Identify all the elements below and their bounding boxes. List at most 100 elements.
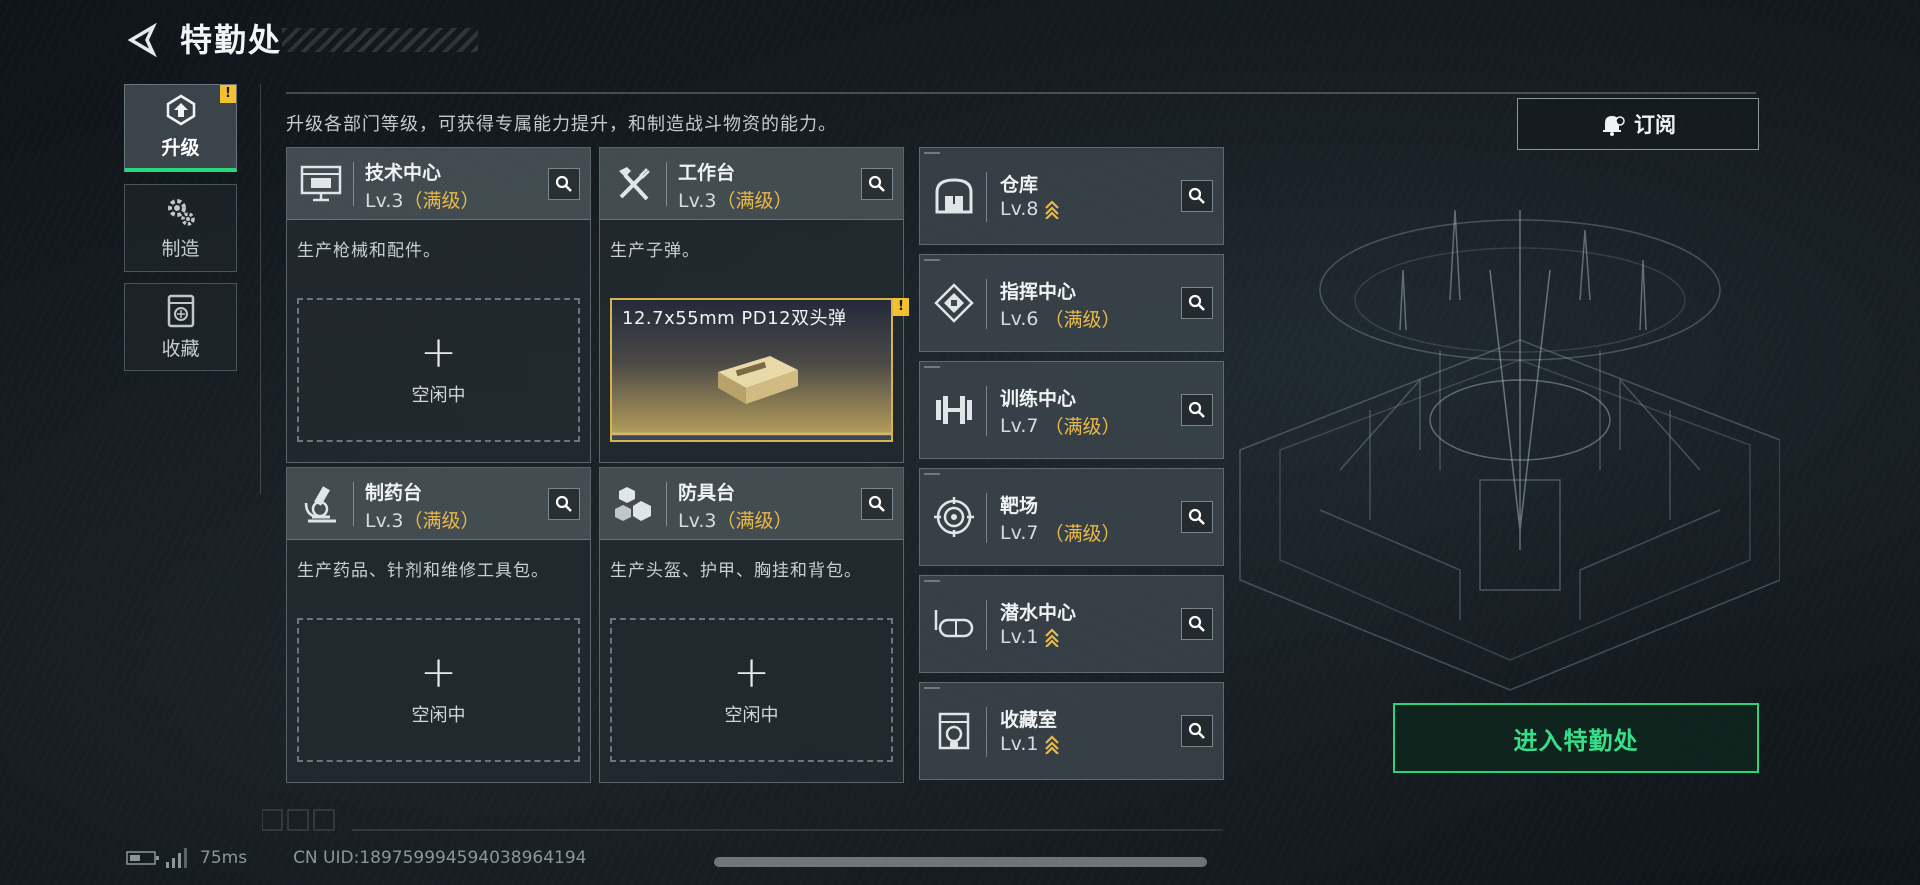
upgrade-available-icon <box>1045 735 1060 754</box>
max-level-tag: （满级） <box>403 190 480 212</box>
top-divider <box>286 92 1756 94</box>
workshop-card-tech-center[interactable]: 技术中心 Lv.3（满级） 生产枪械和配件。 + 空闲中 <box>286 147 591 463</box>
search-button[interactable] <box>548 168 580 200</box>
search-button[interactable] <box>1181 287 1213 319</box>
level-value: Lv.1 <box>1000 626 1039 648</box>
ammo-item-name: 12.7x55mm PD12双头弹 <box>622 308 847 329</box>
cubes-icon <box>610 480 658 528</box>
ping-value: 75ms <box>200 848 248 868</box>
back-button[interactable] <box>124 20 160 60</box>
card-corner-mark <box>924 580 940 582</box>
level-value: Lv.3 <box>365 190 404 212</box>
search-icon <box>1188 722 1205 739</box>
plus-icon: + <box>420 327 457 378</box>
tab-craft[interactable]: 制造 <box>124 184 237 272</box>
status-bar: 75ms CN UID:18975999459403896419​4 <box>126 848 586 868</box>
facility-level: Lv.1 <box>1000 733 1060 755</box>
search-icon <box>868 495 885 512</box>
idle-production-slot[interactable]: + 空闲中 <box>297 298 580 442</box>
workshop-name: 技术中心 <box>365 162 442 184</box>
card-corner-mark <box>924 259 940 261</box>
facility-card-collection-room[interactable]: 收藏室 Lv.1 <box>919 682 1224 780</box>
enter-special-ops-button[interactable]: 进入特勤处 <box>1393 703 1759 773</box>
command-icon <box>930 279 978 327</box>
card-divider <box>353 162 354 206</box>
search-icon <box>1188 615 1205 632</box>
workshop-level: Lv.3（满级） <box>365 506 480 533</box>
facility-name: 潜水中心 <box>1000 602 1077 624</box>
facility-level: Lv.7 （满级） <box>1000 412 1121 439</box>
workshop-level: Lv.3（满级） <box>678 186 793 213</box>
search-button[interactable] <box>1181 715 1213 747</box>
workshop-name: 制药台 <box>365 482 423 504</box>
bottom-decoration <box>262 809 1222 831</box>
card-divider <box>666 482 667 526</box>
level-value: Lv.3 <box>365 510 404 532</box>
max-level-tag: （满级） <box>1044 523 1121 545</box>
facility-card-training-center[interactable]: 训练中心 Lv.7 （满级） <box>919 361 1224 459</box>
card-divider <box>986 707 987 757</box>
tab-collection[interactable]: 收藏 <box>124 283 237 371</box>
workshop-card-armor[interactable]: 防具台 Lv.3（满级） 生产头盔、护甲、胸挂和背包。 + 空闲中 <box>599 467 904 783</box>
search-icon <box>868 175 885 192</box>
workshop-card-pharmacy[interactable]: 制药台 Lv.3（满级） 生产药品、针剂和维修工具包。 + 空闲中 <box>286 467 591 783</box>
idle-production-slot[interactable]: + 空闲中 <box>610 618 893 762</box>
workshop-description: 生产头盔、护甲、胸挂和背包。 <box>610 561 862 581</box>
plus-icon: + <box>733 647 770 698</box>
collection-icon <box>930 707 978 755</box>
microscope-icon <box>297 480 345 528</box>
search-button[interactable] <box>1181 180 1213 212</box>
facility-level: Lv.7 （满级） <box>1000 519 1121 546</box>
facility-name: 收藏室 <box>1000 709 1058 731</box>
workshop-description: 生产枪械和配件。 <box>297 241 441 261</box>
vault-icon <box>167 294 194 327</box>
search-button[interactable] <box>861 488 893 520</box>
back-arrow-icon <box>127 23 157 57</box>
card-corner-mark <box>924 366 940 368</box>
home-indicator[interactable] <box>714 857 1207 867</box>
idle-label: 空闲中 <box>411 705 466 726</box>
idle-label: 空闲中 <box>724 705 779 726</box>
facility-name: 训练中心 <box>1000 388 1077 410</box>
level-value: Lv.7 <box>1000 414 1039 437</box>
card-divider <box>986 279 987 329</box>
monitor-icon <box>297 160 345 208</box>
workshop-card-workbench[interactable]: 工作台 Lv.3（满级） 生产子弹。 12.7x55mm PD12双头弹 ! <box>599 147 909 463</box>
production-slot-ammo[interactable]: 12.7x55mm PD12双头弹 <box>610 298 893 442</box>
workshop-level: Lv.3（满级） <box>678 506 793 533</box>
facility-card-diving-center[interactable]: 潜水中心 Lv.1 <box>919 575 1224 673</box>
facility-name: 指挥中心 <box>1000 281 1077 303</box>
search-button[interactable] <box>861 168 893 200</box>
workshop-description: 生产子弹。 <box>610 241 700 261</box>
facility-card-shooting-range[interactable]: 靶场 Lv.7 （满级） <box>919 468 1224 566</box>
workshop-name: 防具台 <box>678 482 736 504</box>
search-icon <box>555 495 572 512</box>
search-button[interactable] <box>1181 608 1213 640</box>
level-value: Lv.8 <box>1000 198 1039 220</box>
idle-production-slot[interactable]: + 空闲中 <box>297 618 580 762</box>
search-button[interactable] <box>548 488 580 520</box>
subscribe-button[interactable]: 订阅 <box>1517 98 1759 150</box>
subscribe-label: 订阅 <box>1634 113 1676 137</box>
page-description: 升级各部门等级，可获得专属能力提升，和制造战斗物资的能力。 <box>286 114 837 135</box>
tab-warning-badge: ! <box>220 85 236 103</box>
upgrade-icon <box>166 94 195 126</box>
level-value: Lv.3 <box>678 190 717 212</box>
base-blueprint-illustration <box>1239 209 1780 691</box>
max-level-tag: （满级） <box>1044 416 1121 438</box>
facility-card-warehouse[interactable]: 仓库 Lv.8 <box>919 147 1224 245</box>
idle-label: 空闲中 <box>411 385 466 406</box>
plus-icon: + <box>420 647 457 698</box>
warehouse-icon <box>930 172 978 220</box>
search-icon <box>1188 294 1205 311</box>
search-button[interactable] <box>1181 501 1213 533</box>
sidebar-divider <box>260 84 261 494</box>
search-button[interactable] <box>1181 394 1213 426</box>
facility-card-command-center[interactable]: 指挥中心 Lv.6 （满级） <box>919 254 1224 352</box>
tab-collection-label: 收藏 <box>161 337 200 360</box>
dumbbell-icon <box>930 386 978 434</box>
tab-upgrade[interactable]: 升级 ! <box>124 84 237 172</box>
level-value: Lv.3 <box>678 510 717 532</box>
card-divider <box>353 482 354 526</box>
card-corner-mark <box>924 687 940 689</box>
